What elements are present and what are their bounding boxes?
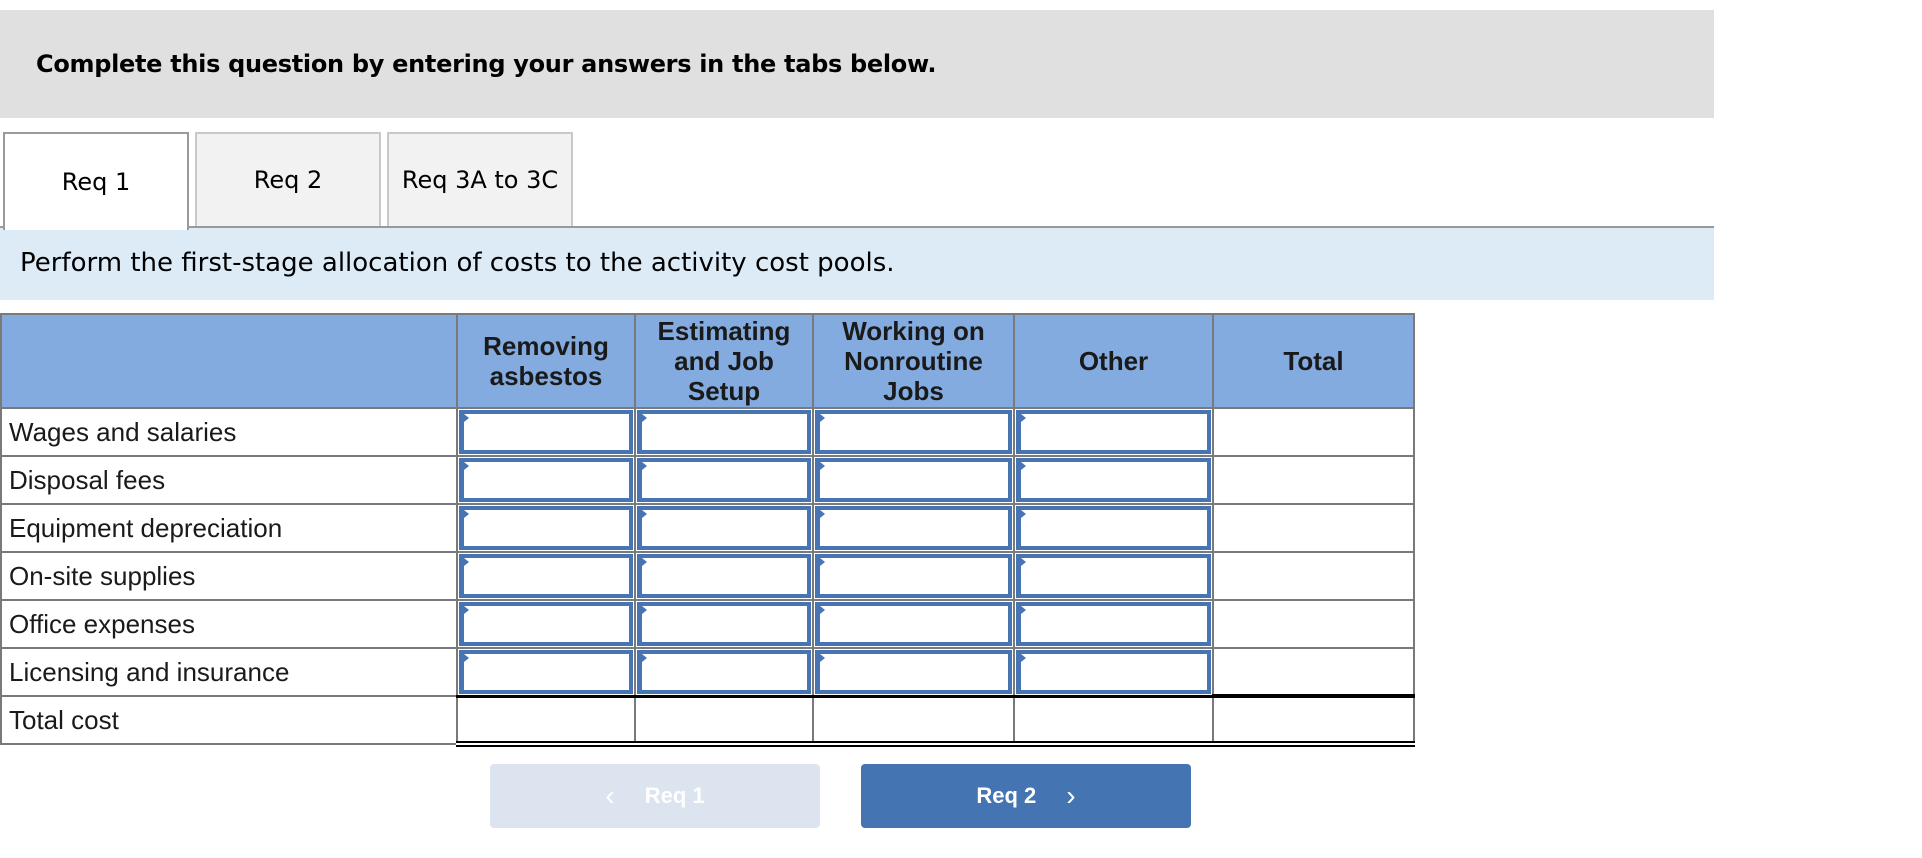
instructions-banner: Complete this question by entering your … — [0, 10, 1714, 118]
row-label: On-site supplies — [0, 551, 458, 601]
amount-input[interactable] — [820, 413, 1009, 451]
row-total-cell — [1212, 551, 1415, 601]
tab-req-3a-to-3c[interactable]: Req 3A to 3C — [387, 132, 573, 226]
amount-input[interactable] — [1021, 413, 1208, 451]
cell-nonroutine-jobs — [812, 647, 1015, 697]
cell-removing-asbestos — [456, 455, 636, 505]
amount-input[interactable] — [642, 557, 808, 595]
row-total-cell — [1212, 647, 1415, 698]
total-cost-cell — [1212, 694, 1415, 747]
total-cost-row: Total cost — [0, 694, 1415, 747]
total-cost-cell — [1013, 694, 1214, 747]
cell-estimating-job-setup — [634, 455, 814, 505]
cell-removing-asbestos — [456, 503, 636, 553]
total-cost-cell — [634, 694, 814, 747]
total-cost-cell — [456, 694, 636, 747]
column-header-removing-asbestos: Removing asbestos — [456, 313, 636, 409]
row-label: Total cost — [0, 695, 458, 745]
row-label: Licensing and insurance — [0, 647, 458, 697]
column-header-estimating-job-setup: Estimating and Job Setup — [634, 313, 814, 409]
column-header-other: Other — [1013, 313, 1214, 409]
cell-nonroutine-jobs — [812, 599, 1015, 649]
row-total-cell — [1212, 455, 1415, 505]
amount-input[interactable] — [464, 605, 630, 643]
amount-input[interactable] — [642, 509, 808, 547]
cell-removing-asbestos — [456, 407, 636, 457]
cell-other — [1013, 455, 1214, 505]
allocation-table: Removing asbestos Estimating and Job Set… — [0, 313, 1415, 747]
cell-nonroutine-jobs — [812, 407, 1015, 457]
amount-input[interactable] — [1021, 461, 1208, 499]
cell-removing-asbestos — [456, 599, 636, 649]
prev-req-button[interactable]: ‹ Req 1 — [490, 764, 820, 828]
table-row: Disposal fees — [0, 455, 1415, 505]
tab-req-2[interactable]: Req 2 — [195, 132, 381, 226]
column-header-blank — [0, 313, 458, 409]
cell-other — [1013, 407, 1214, 457]
row-label: Wages and salaries — [0, 407, 458, 457]
amount-input[interactable] — [1021, 605, 1208, 643]
cell-estimating-job-setup — [634, 647, 814, 697]
cell-other — [1013, 647, 1214, 697]
chevron-left-icon: ‹ — [605, 780, 615, 811]
amount-input[interactable] — [642, 653, 808, 691]
row-total-cell — [1212, 503, 1415, 553]
cell-other — [1013, 599, 1214, 649]
row-label: Disposal fees — [0, 455, 458, 505]
amount-input[interactable] — [464, 653, 630, 691]
prev-req-label: Req 1 — [644, 783, 705, 808]
next-req-label: Req 2 — [976, 783, 1037, 808]
table-row: Licensing and insurance — [0, 647, 1415, 698]
table-header-row: Removing asbestos Estimating and Job Set… — [0, 313, 1415, 409]
amount-input[interactable] — [820, 653, 1009, 691]
amount-input[interactable] — [820, 461, 1009, 499]
amount-input[interactable] — [820, 605, 1009, 643]
row-label: Equipment depreciation — [0, 503, 458, 553]
table-row: Wages and salaries — [0, 407, 1415, 457]
column-header-total: Total — [1212, 313, 1415, 409]
cell-removing-asbestos — [456, 647, 636, 697]
instruction-panel: Perform the first-stage allocation of co… — [0, 228, 1714, 300]
amount-input[interactable] — [642, 605, 808, 643]
row-label: Office expenses — [0, 599, 458, 649]
table-row: Office expenses — [0, 599, 1415, 649]
row-total-cell — [1212, 407, 1415, 457]
amount-input[interactable] — [464, 413, 630, 451]
cell-other — [1013, 503, 1214, 553]
table-row: On-site supplies — [0, 551, 1415, 601]
tab-bar: Req 1 Req 2 Req 3A to 3C — [0, 132, 1714, 230]
cell-estimating-job-setup — [634, 551, 814, 601]
instruction-text: Perform the first-stage allocation of co… — [20, 248, 895, 278]
cell-estimating-job-setup — [634, 407, 814, 457]
cell-estimating-job-setup — [634, 599, 814, 649]
amount-input[interactable] — [464, 509, 630, 547]
amount-input[interactable] — [820, 509, 1009, 547]
cell-estimating-job-setup — [634, 503, 814, 553]
cell-removing-asbestos — [456, 551, 636, 601]
amount-input[interactable] — [642, 413, 808, 451]
amount-input[interactable] — [642, 461, 808, 499]
cell-nonroutine-jobs — [812, 455, 1015, 505]
amount-input[interactable] — [464, 557, 630, 595]
amount-input[interactable] — [1021, 509, 1208, 547]
banner-text: Complete this question by entering your … — [36, 50, 937, 78]
cell-nonroutine-jobs — [812, 503, 1015, 553]
amount-input[interactable] — [1021, 653, 1208, 691]
tab-req-1[interactable]: Req 1 — [3, 132, 189, 230]
cell-nonroutine-jobs — [812, 551, 1015, 601]
table-row: Equipment depreciation — [0, 503, 1415, 553]
cell-other — [1013, 551, 1214, 601]
amount-input[interactable] — [464, 461, 630, 499]
total-cost-cell — [812, 694, 1015, 747]
chevron-right-icon: › — [1066, 780, 1076, 811]
next-req-button[interactable]: Req 2 › — [861, 764, 1191, 828]
column-header-nonroutine-jobs: Working on Nonroutine Jobs — [812, 313, 1015, 409]
amount-input[interactable] — [1021, 557, 1208, 595]
amount-input[interactable] — [820, 557, 1009, 595]
row-total-cell — [1212, 599, 1415, 649]
